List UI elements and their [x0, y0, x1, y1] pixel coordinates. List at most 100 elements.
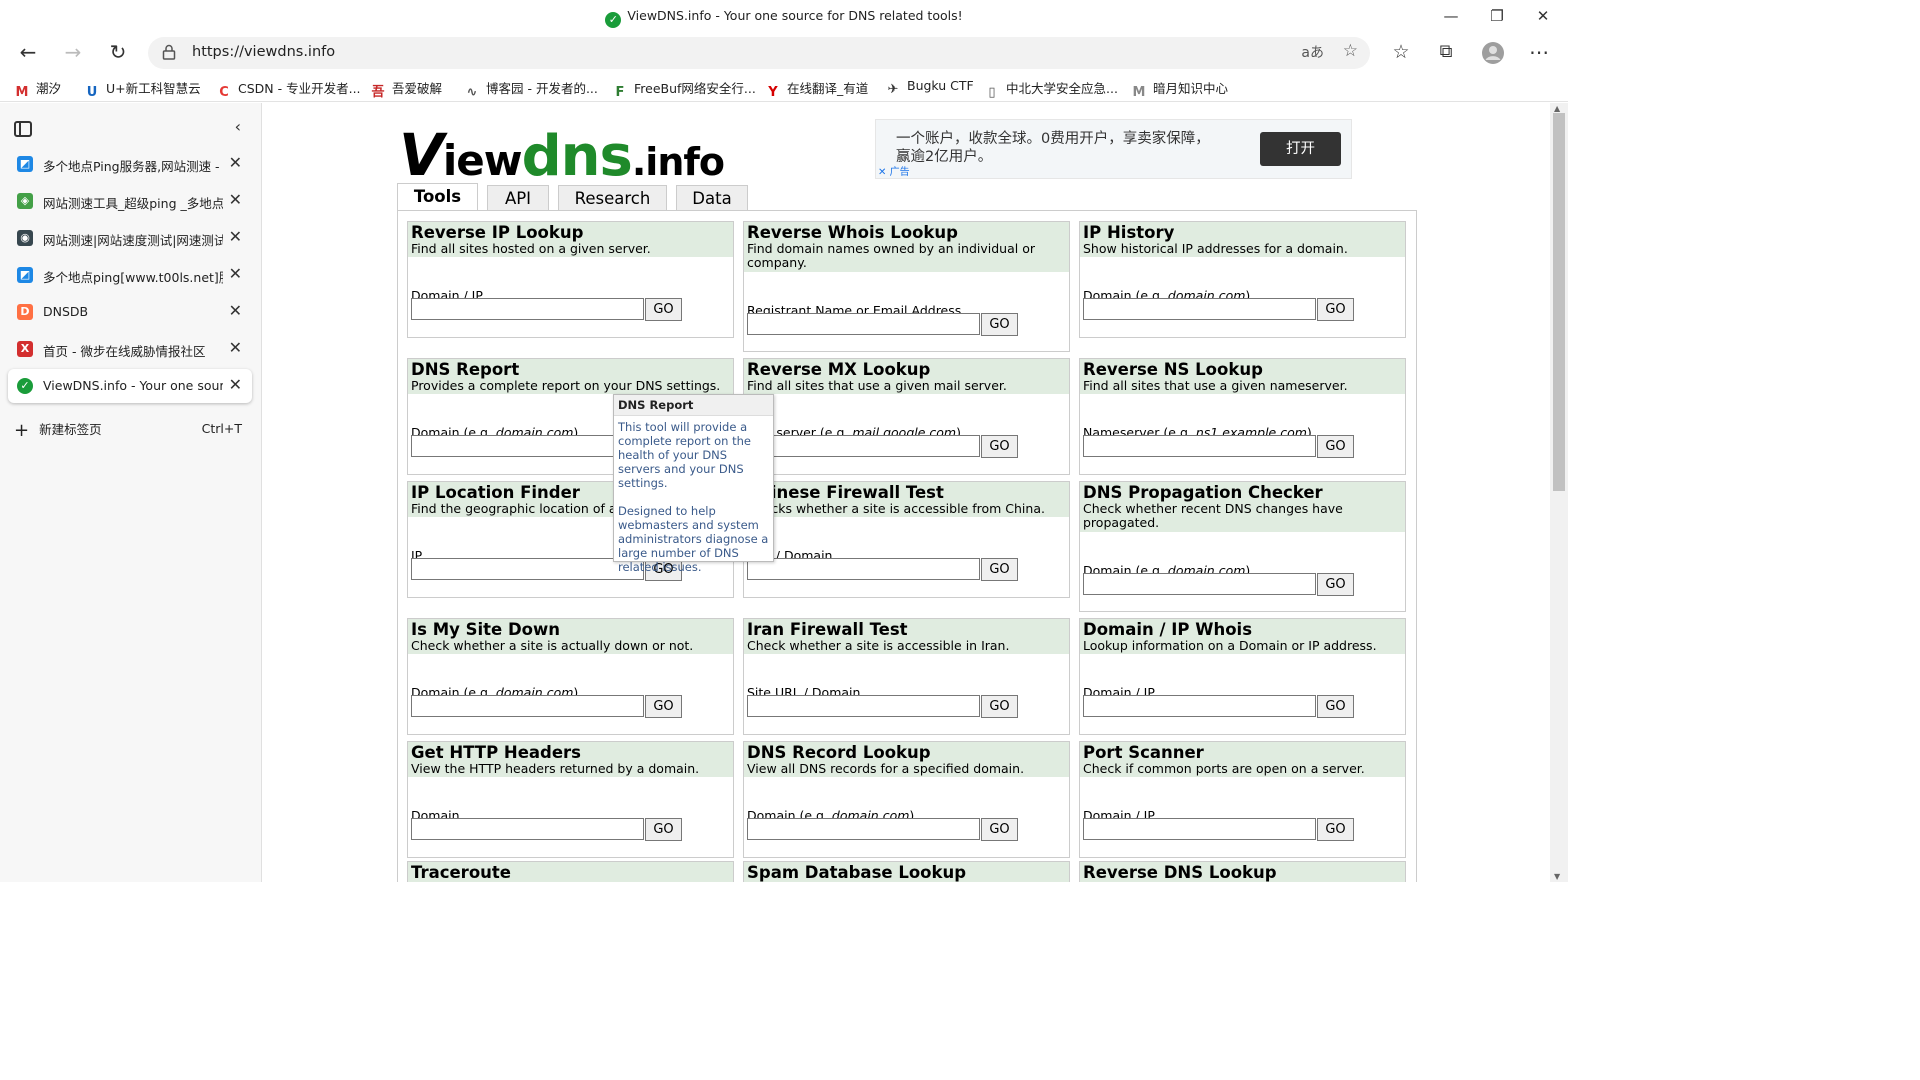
scroll-down-icon[interactable]: ▼ [1554, 872, 1560, 881]
tab-api[interactable]: API [487, 185, 549, 211]
favorite-item[interactable]: 吾吾爱破解 [370, 78, 442, 101]
settings-menu-button[interactable]: ⋯ [1524, 38, 1554, 68]
tool-input[interactable] [747, 695, 980, 717]
read-aloud-icon[interactable]: aあ [1301, 42, 1324, 62]
collections-icon[interactable]: ⧉ [1431, 38, 1461, 68]
tool-input[interactable] [1083, 695, 1316, 717]
tool-input[interactable] [411, 695, 644, 717]
sidebar-tab-item[interactable]: ◩ 多个地点Ping服务器,网站测速 - 站 ✕ [8, 147, 252, 181]
restore-button[interactable]: ❐ [1482, 4, 1512, 28]
tool-title: Is My Site Down [411, 620, 561, 639]
close-tab-icon[interactable]: ✕ [229, 227, 242, 246]
address-bar[interactable]: https://viewdns.info aあ ☆ [148, 37, 1370, 69]
url-text[interactable]: https://viewdns.info [192, 44, 335, 60]
close-tab-icon[interactable]: ✕ [229, 301, 242, 320]
go-button[interactable]: GO [645, 695, 682, 718]
minimize-button[interactable]: — [1436, 4, 1466, 28]
page-scrollbar[interactable]: ▲ ▼ [1550, 103, 1568, 882]
go-button[interactable]: GO [645, 298, 682, 321]
scroll-up-icon[interactable]: ▲ [1554, 104, 1560, 113]
tool-card: Reverse MX Lookup Find all sites that use… [743, 358, 1070, 475]
favorite-item[interactable]: Y 在线翻译_有道 [765, 78, 868, 101]
tool-description: Check if common ports are open on a serv… [1083, 761, 1365, 776]
tool-input[interactable] [747, 435, 980, 457]
tab-actions-icon[interactable] [14, 121, 32, 137]
ad-tag[interactable]: ✕ 广告 [878, 163, 910, 178]
tool-title: Domain / IP Whois [1083, 620, 1253, 639]
new-tab-button[interactable]: + 新建标签页 Ctrl+T [14, 419, 242, 441]
tab-tools[interactable]: Tools [397, 183, 478, 211]
tool-description: Checks whether a site is accessible from… [747, 501, 1045, 516]
add-favorite-icon[interactable]: ☆ [1343, 41, 1358, 61]
tool-input[interactable] [411, 298, 644, 320]
tab-favicon-icon: D [17, 304, 33, 320]
ad-close-icon[interactable]: ✕ [878, 167, 886, 178]
tool-input[interactable] [1083, 818, 1316, 840]
tool-input[interactable] [747, 558, 980, 580]
go-button[interactable]: GO [1317, 573, 1354, 596]
profile-avatar[interactable] [1478, 38, 1508, 68]
sidebar-tab-item[interactable]: ◈ 网站测速工具_超级ping _多地点ping ✕ [8, 184, 252, 218]
close-tab-icon[interactable]: ✕ [229, 375, 242, 394]
ad-open-button[interactable]: 打开 [1260, 132, 1341, 166]
go-button[interactable]: GO [1317, 435, 1354, 458]
tab-favicon-icon: ◈ [17, 193, 33, 209]
tool-description: Find all sites that use a given nameserv… [1083, 378, 1348, 393]
tool-card: Reverse IP Lookup Find all sites hosted o… [407, 221, 734, 338]
refresh-button[interactable]: ↻ [103, 38, 133, 68]
new-tab-shortcut: Ctrl+T [201, 421, 242, 436]
go-button[interactable]: GO [981, 313, 1018, 336]
go-button[interactable]: GO [1317, 695, 1354, 718]
collapse-sidebar-icon[interactable]: ‹ [235, 117, 241, 136]
favorite-item[interactable]: ✈ Bugku CTF [885, 78, 974, 98]
close-tab-icon[interactable]: ✕ [229, 264, 242, 283]
favorites-icon[interactable]: ☆ [1386, 38, 1416, 68]
tool-title: Chinese Firewall Test [747, 483, 944, 502]
tab-favicon-icon: ✓ [17, 378, 33, 394]
tab-title: 多个地点ping[www.t00ls.net]服务器 [43, 270, 223, 285]
viewdns-logo[interactable]: Viewdns.info [399, 121, 725, 189]
tool-input[interactable] [1083, 298, 1316, 320]
favorite-item[interactable]: ∿ 博客园 - 开发者的... [464, 78, 598, 101]
go-button[interactable]: GO [981, 558, 1018, 581]
close-tab-icon[interactable]: ✕ [229, 153, 242, 172]
tool-title: Reverse MX Lookup [747, 360, 931, 379]
go-button[interactable]: GO [981, 818, 1018, 841]
go-button[interactable]: GO [645, 818, 682, 841]
go-button[interactable]: GO [1317, 818, 1354, 841]
tab-research[interactable]: Research [558, 185, 667, 211]
tool-input[interactable] [1083, 573, 1316, 595]
back-button[interactable]: ← [13, 38, 43, 68]
go-button[interactable]: GO [1317, 298, 1354, 321]
favorite-item[interactable]: F FreeBuf网络安全行... [612, 78, 756, 101]
tool-input[interactable] [411, 818, 644, 840]
close-window-button[interactable]: ✕ [1528, 4, 1558, 28]
favorite-label: 吾爱破解 [392, 81, 443, 96]
close-tab-icon[interactable]: ✕ [229, 190, 242, 209]
tool-input[interactable] [411, 558, 644, 580]
favorite-site-icon: 吾 [371, 85, 385, 100]
tool-input[interactable] [747, 818, 980, 840]
sidebar-tab-item[interactable]: X 首页 - 微步在线威胁情报社区 ✕ [8, 332, 252, 366]
tool-input[interactable] [1083, 435, 1316, 457]
ad-banner[interactable]: 一个账户，收款全球。0费用开户，享卖家保障，赢逾2亿用户。 打开 ✕ 广告 [875, 119, 1352, 179]
sidebar-tab-item[interactable]: ◩ 多个地点ping[www.t00ls.net]服务器 ✕ [8, 258, 252, 292]
sidebar-tab-item[interactable]: ◉ 网站测速|网站速度测试|网速测试 ✕ [8, 221, 252, 255]
go-button[interactable]: GO [981, 695, 1018, 718]
tab-data[interactable]: Data [676, 185, 748, 211]
go-button[interactable]: GO [981, 435, 1018, 458]
tool-title: Iran Firewall Test [747, 620, 908, 639]
favorite-item[interactable]: U U+新工科智慧云 [84, 78, 201, 101]
forward-button[interactable]: → [58, 38, 88, 68]
sidebar-tab-item[interactable]: ✓ ViewDNS.info - Your one source ✕ [8, 369, 252, 403]
favorite-item[interactable]: ▯ 中北大学安全应急... [984, 78, 1118, 101]
tool-card-header: Reverse NS Lookup Find all sites that use… [1080, 359, 1405, 394]
close-tab-icon[interactable]: ✕ [229, 338, 242, 357]
scrollbar-thumb[interactable] [1553, 113, 1565, 491]
sidebar-tab-item[interactable]: D DNSDB ✕ [8, 295, 252, 329]
favorite-item[interactable]: M 潮汐 [14, 78, 61, 101]
tool-input[interactable] [411, 435, 644, 457]
tool-input[interactable] [747, 313, 980, 335]
favorite-item[interactable]: C CSDN - 专业开发者... [216, 78, 360, 101]
favorite-item[interactable]: M 暗月知识中心 [1131, 78, 1228, 101]
